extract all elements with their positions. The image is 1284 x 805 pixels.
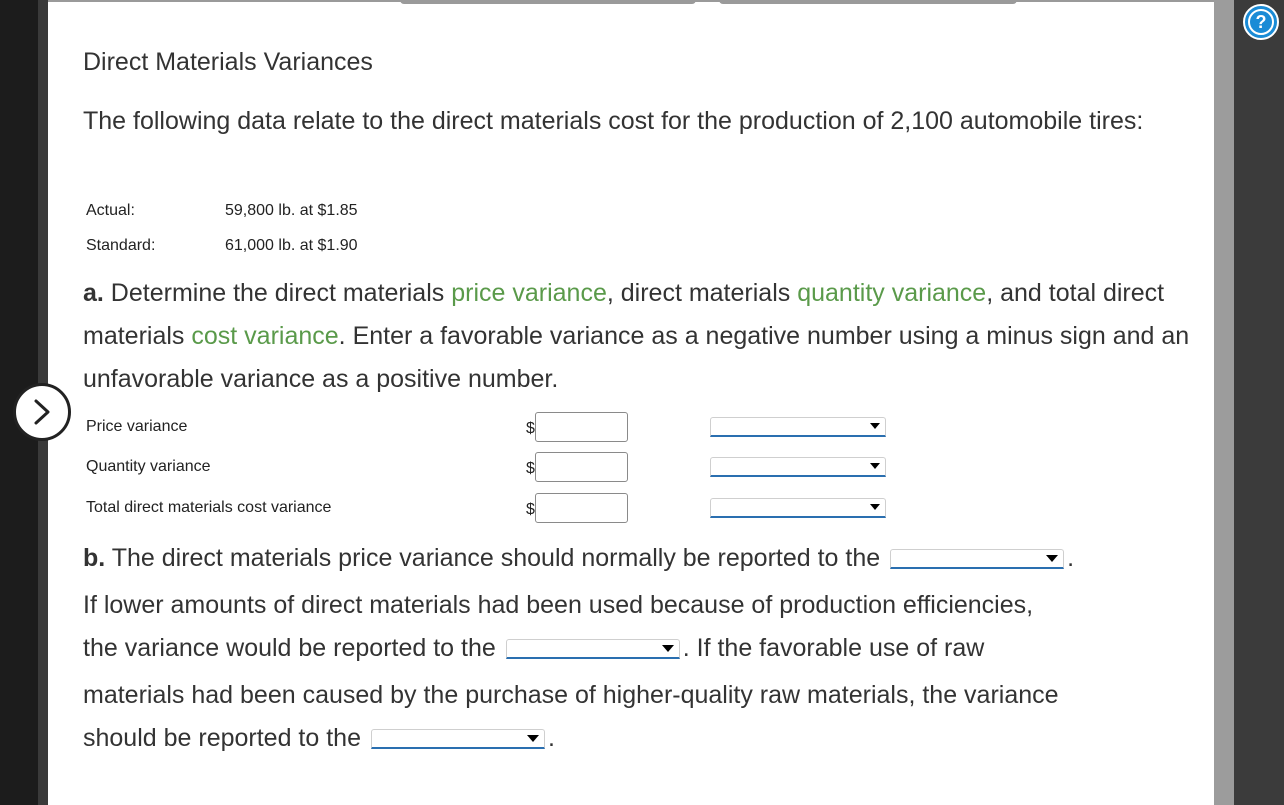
given-label: Standard: — [86, 237, 156, 254]
part-a-marker: a. — [83, 279, 104, 307]
variance-row-total: Total direct materials cost variance $ — [86, 493, 1206, 525]
tab-stub-left — [400, 0, 696, 4]
help-button[interactable]: ? — [1243, 4, 1279, 40]
total-variance-type-select[interactable] — [710, 498, 886, 518]
chevron-right-icon — [34, 399, 50, 425]
dropdown-arrow-icon — [870, 504, 880, 510]
price-variance-report-select[interactable] — [890, 549, 1065, 570]
part-a-instructions: a. Determine the direct materials price … — [83, 272, 1208, 401]
part-b-text: The direct materials price variance shou… — [105, 544, 881, 572]
total-variance-amount-input[interactable] — [535, 493, 628, 523]
part-b-text: . — [547, 724, 555, 752]
price-variance-type-select[interactable] — [710, 417, 886, 437]
cost-variance-link[interactable]: cost variance — [191, 322, 338, 350]
next-button[interactable] — [13, 383, 71, 441]
variance-label: Price variance — [86, 418, 188, 435]
help-icon: ? — [1248, 9, 1274, 35]
currency-symbol: $ — [526, 420, 535, 437]
tab-stub-right — [719, 0, 1017, 4]
part-b-line-2: If lower amounts of direct materials had… — [83, 591, 1034, 619]
part-b-line-5: should be reported to the . — [83, 717, 555, 760]
part-b-text: . If the favorable use of raw — [682, 634, 985, 662]
quantity-variance-link[interactable]: quantity variance — [797, 279, 986, 307]
quality-variance-report-select[interactable] — [370, 729, 545, 750]
part-b-line-1: b. The direct materials price variance s… — [83, 537, 1074, 580]
dropdown-arrow-icon — [661, 645, 674, 653]
variance-label: Total direct materials cost variance — [86, 499, 332, 516]
dropdown-arrow-icon — [870, 423, 880, 429]
part-a-text-1: Determine the direct materials — [103, 279, 452, 307]
dropdown-arrow-icon — [526, 735, 539, 743]
currency-symbol: $ — [526, 501, 535, 518]
part-b-line-4: materials had been caused by the purchas… — [83, 681, 1059, 709]
quantity-variance-type-select[interactable] — [710, 457, 886, 477]
given-value: 59,800 lb. at $1.85 — [225, 202, 358, 219]
dropdown-arrow-icon — [1046, 555, 1059, 563]
quantity-variance-amount-input[interactable] — [535, 452, 628, 482]
page-title: Direct Materials Variances — [83, 48, 373, 76]
currency-symbol: $ — [526, 460, 535, 477]
variance-row-quantity: Quantity variance $ — [86, 452, 1206, 484]
right-sidebar — [1234, 0, 1284, 805]
variance-row-price: Price variance $ — [86, 412, 1206, 444]
efficiency-variance-report-select[interactable] — [505, 639, 680, 660]
given-label: Actual: — [86, 202, 135, 219]
question-panel: Direct Materials Variances The following… — [48, 0, 1214, 805]
part-b-text: . — [1067, 544, 1075, 572]
part-b-text: should be reported to the — [83, 724, 361, 752]
price-variance-link[interactable]: price variance — [451, 279, 607, 307]
part-b-line-3: the variance would be reported to the . … — [83, 627, 984, 670]
dropdown-arrow-icon — [870, 463, 880, 469]
given-value: 61,000 lb. at $1.90 — [225, 237, 358, 254]
variance-label: Quantity variance — [86, 458, 211, 475]
part-a-text-2: , direct materials — [606, 279, 798, 307]
price-variance-amount-input[interactable] — [535, 412, 628, 442]
intro-text: The following data relate to the direct … — [83, 107, 1144, 135]
scrollbar[interactable] — [1214, 0, 1234, 805]
part-b-marker: b. — [83, 544, 106, 572]
part-b-text: the variance would be reported to the — [83, 634, 496, 662]
